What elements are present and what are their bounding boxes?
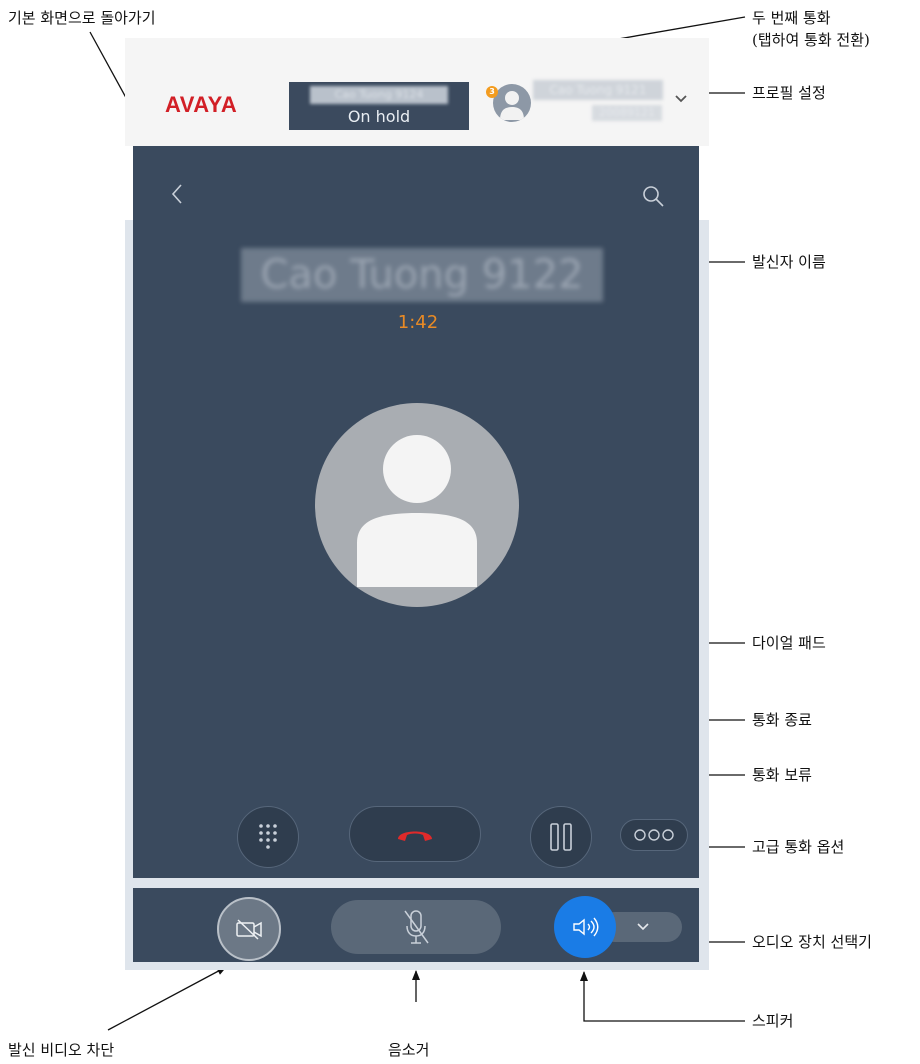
chevron-left-icon: [171, 184, 182, 204]
dialpad-button[interactable]: [237, 806, 299, 868]
mute-button[interactable]: [331, 900, 501, 954]
callout-dial-pad: 다이얼 패드: [752, 634, 826, 652]
dialpad-icon: [259, 824, 277, 849]
held-call-name: Cao Tuong 9124: [310, 86, 448, 104]
hold-button[interactable]: [530, 806, 592, 868]
caller-name: Cao Tuong 9122: [241, 248, 603, 302]
speaker-button[interactable]: [554, 896, 616, 958]
profile-menu-chevron-icon[interactable]: [674, 92, 688, 108]
callout-block-video: 발신 비디오 차단: [8, 1041, 115, 1059]
phone-hangup-icon: [398, 831, 432, 841]
callout-profile-settings: 프로필 설정: [752, 84, 826, 102]
microphone-off-icon: [404, 910, 429, 944]
notification-badge: 3: [486, 86, 498, 98]
back-button[interactable]: [170, 182, 184, 212]
avaya-logo: AVAYA: [165, 92, 238, 117]
more-options-icon: [634, 829, 674, 841]
held-call-status: On hold: [347, 107, 411, 126]
callout-end-call: 통화 종료: [752, 711, 812, 729]
held-call-card[interactable]: Cao Tuong 9124 On hold: [289, 82, 469, 130]
block-video-button[interactable]: [217, 897, 281, 961]
callout-caller-name: 발신자 이름: [752, 253, 826, 271]
pause-icon: [550, 823, 572, 851]
call-timer: 1:42: [397, 312, 439, 333]
profile-extension: 20089121: [592, 105, 662, 121]
profile-avatar[interactable]: [493, 84, 531, 122]
profile-name: Cao Tuong 9121: [533, 80, 663, 100]
end-call-button[interactable]: [349, 806, 481, 862]
chevron-down-icon: [637, 923, 649, 931]
callout-second-call: 두 번째 통화: [752, 9, 831, 27]
caller-avatar: [315, 403, 519, 607]
more-options-button[interactable]: [620, 819, 688, 851]
search-button[interactable]: [641, 184, 665, 212]
callout-mute: 음소거: [388, 1041, 430, 1059]
search-icon: [643, 186, 664, 207]
speaker-icon: [573, 917, 599, 937]
person-icon: [357, 435, 477, 587]
callout-second-call-hint: (탭하여 통화 전환): [752, 31, 870, 49]
callout-speaker: 스피커: [752, 1012, 794, 1030]
callout-audio-device: 오디오 장치 선택기: [752, 933, 872, 951]
callout-advanced-options: 고급 통화 옵션: [752, 838, 845, 856]
callout-hold-call: 통화 보류: [752, 766, 812, 784]
profile-person-icon: [500, 91, 524, 120]
video-off-icon: [236, 919, 262, 940]
callout-go-home: 기본 화면으로 돌아가기: [8, 9, 156, 27]
